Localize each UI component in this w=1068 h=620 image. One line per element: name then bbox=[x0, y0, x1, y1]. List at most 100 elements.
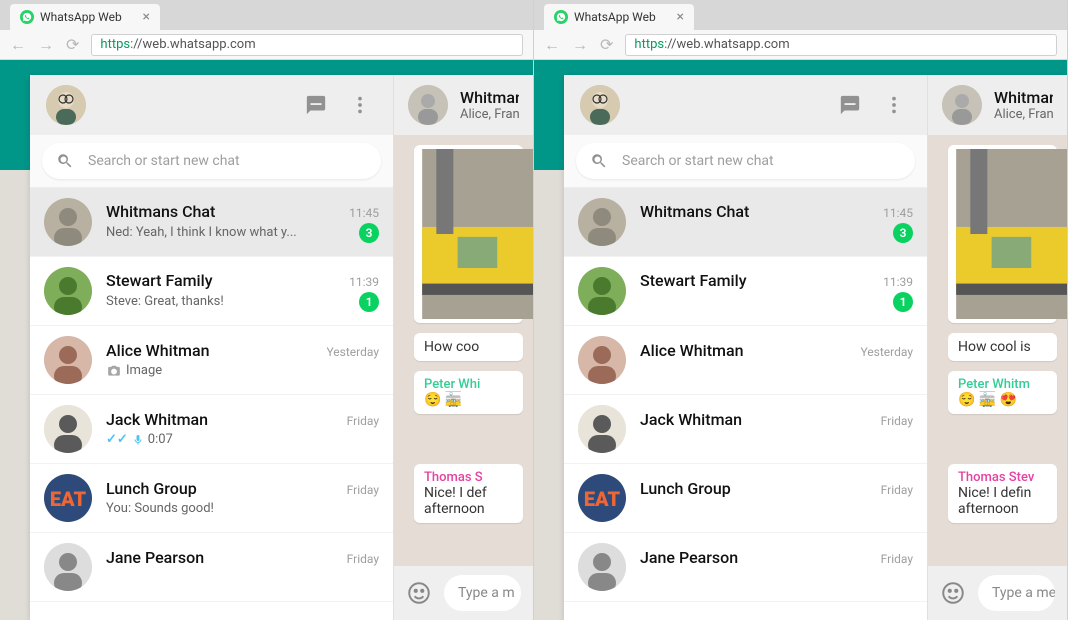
chat-name: Alice Whitman bbox=[640, 341, 744, 360]
back-icon[interactable]: ← bbox=[544, 35, 560, 55]
chat-avatar bbox=[578, 267, 626, 315]
reload-icon[interactable]: ⟳ bbox=[600, 35, 613, 54]
close-icon[interactable]: × bbox=[143, 9, 150, 25]
chat-item[interactable]: EAT Lunch Group Friday bbox=[564, 464, 927, 533]
chat-preview: Ned: Yeah, I think I know what y... bbox=[106, 225, 297, 240]
chat-item[interactable]: Jack WhitmanFriday bbox=[564, 395, 927, 464]
chat-time: 11:39 bbox=[349, 275, 379, 289]
message-bubble[interactable]: Thomas Stev Nice! I defin afternoon bbox=[948, 464, 1057, 523]
self-avatar[interactable] bbox=[46, 85, 86, 125]
url-field[interactable]: https://web.whatsapp.com bbox=[91, 34, 523, 56]
message-bubble[interactable]: How cool is bbox=[948, 333, 1057, 361]
whatsapp-app: Whitmans Chat11:45Ned: Yeah, I think I k… bbox=[30, 75, 533, 620]
browser-tab[interactable]: WhatsApp Web × bbox=[544, 4, 694, 30]
url-field[interactable]: https://web.whatsapp.com bbox=[625, 34, 1057, 56]
emoji-icon[interactable] bbox=[940, 580, 966, 606]
chat-name: Stewart Family bbox=[106, 271, 213, 290]
menu-icon[interactable] bbox=[343, 88, 377, 122]
chat-item[interactable]: Alice Whitman Yesterday bbox=[564, 326, 927, 395]
chat-name: Lunch Group bbox=[640, 479, 731, 498]
chat-avatar: EAT bbox=[44, 474, 92, 522]
chat-preview: You: Sounds good! bbox=[106, 501, 214, 516]
chat-avatar bbox=[578, 405, 626, 453]
chat-preview: Image bbox=[106, 363, 162, 378]
browser-tab[interactable]: WhatsApp Web × bbox=[10, 4, 160, 30]
emoji-icon[interactable] bbox=[406, 580, 432, 606]
message-text: 😌 🚋 bbox=[424, 392, 513, 408]
conversation-title: Whitmans bbox=[994, 88, 1053, 107]
message-bubble[interactable]: How coo bbox=[414, 333, 523, 361]
reload-icon[interactable]: ⟳ bbox=[66, 35, 79, 54]
message-input[interactable]: Type a mes bbox=[978, 575, 1055, 611]
forward-icon[interactable]: → bbox=[572, 35, 588, 55]
chat-item[interactable]: Jack WhitmanFriday✓✓0:07 bbox=[30, 395, 393, 464]
message-bubble[interactable]: Peter Whi 😌 🚋 bbox=[414, 371, 523, 414]
chat-item[interactable]: Jane PearsonFriday bbox=[564, 533, 927, 602]
sidebar: Whitmans Chat11:453Stewart Family11:391A… bbox=[564, 75, 928, 620]
chat-list[interactable]: Whitmans Chat11:453Stewart Family11:391A… bbox=[564, 188, 927, 620]
message-image[interactable] bbox=[948, 145, 1057, 323]
message-bubble[interactable]: Peter Whitm 😌 🚋 😍 bbox=[948, 371, 1057, 414]
unread-badge: 3 bbox=[893, 223, 913, 243]
search-input[interactable] bbox=[88, 153, 367, 169]
url-scheme: https: bbox=[634, 37, 667, 52]
new-chat-icon[interactable] bbox=[299, 88, 333, 122]
message-bubble[interactable]: Thomas S Nice! I def afternoon bbox=[414, 464, 523, 523]
chat-time: Yesterday bbox=[860, 345, 913, 359]
url-rest: //web.whatsapp.com bbox=[133, 37, 255, 52]
window-left: WhatsApp Web × ← → ⟳ https://web.whatsap… bbox=[0, 0, 534, 620]
conversation-header[interactable]: Whitman Alice, Franc bbox=[394, 75, 533, 135]
message-sender: Peter Whitm bbox=[958, 377, 1047, 392]
address-bar: ← → ⟳ https://web.whatsapp.com bbox=[0, 30, 533, 60]
chat-avatar bbox=[44, 336, 92, 384]
conversation-header[interactable]: Whitmans Alice, Francis, bbox=[928, 75, 1067, 135]
chat-avatar bbox=[578, 543, 626, 591]
chat-item[interactable]: EATLunch GroupFridayYou: Sounds good! bbox=[30, 464, 393, 533]
chat-item[interactable]: Whitmans Chat11:45Ned: Yeah, I think I k… bbox=[30, 188, 393, 257]
chat-item[interactable]: Stewart Family11:39Steve: Great, thanks!… bbox=[30, 257, 393, 326]
chat-time: 11:45 bbox=[883, 206, 913, 220]
chat-avatar bbox=[44, 198, 92, 246]
menu-icon[interactable] bbox=[877, 88, 911, 122]
message-text: afternoon bbox=[958, 501, 1047, 517]
chat-list[interactable]: Whitmans Chat11:45Ned: Yeah, I think I k… bbox=[30, 188, 393, 620]
conversation-avatar[interactable] bbox=[408, 85, 448, 125]
chat-time: Friday bbox=[881, 483, 913, 497]
close-icon[interactable]: × bbox=[677, 9, 684, 25]
conversation-pane: Whitman Alice, Franc How coo Peter Whi 😌… bbox=[394, 75, 533, 620]
svg-text:EAT: EAT bbox=[584, 487, 621, 511]
message-sender: Thomas S bbox=[424, 470, 513, 485]
chat-time: 11:39 bbox=[883, 275, 913, 289]
chat-avatar bbox=[578, 336, 626, 384]
unread-badge: 3 bbox=[359, 223, 379, 243]
message-input[interactable]: Type a m bbox=[444, 575, 521, 611]
sidebar: Whitmans Chat11:45Ned: Yeah, I think I k… bbox=[30, 75, 394, 620]
message-text: Nice! I defin bbox=[958, 485, 1047, 501]
message-image[interactable] bbox=[414, 145, 523, 323]
conversation-subtitle: Alice, Francis, bbox=[994, 107, 1053, 122]
forward-icon[interactable]: → bbox=[38, 35, 54, 55]
chat-name: Jane Pearson bbox=[640, 548, 738, 567]
new-chat-icon[interactable] bbox=[833, 88, 867, 122]
self-avatar[interactable] bbox=[580, 85, 620, 125]
chat-preview: ✓✓0:07 bbox=[106, 432, 173, 447]
conversation-avatar[interactable] bbox=[942, 85, 982, 125]
chat-item[interactable]: Alice WhitmanYesterdayImage bbox=[30, 326, 393, 395]
message-text: afternoon bbox=[424, 501, 513, 517]
search-box[interactable] bbox=[576, 143, 915, 179]
chat-name: Whitmans Chat bbox=[640, 202, 749, 221]
search-icon bbox=[590, 152, 608, 170]
whatsapp-icon bbox=[20, 10, 34, 24]
search-icon bbox=[56, 152, 74, 170]
search-input[interactable] bbox=[622, 153, 901, 169]
search-box[interactable] bbox=[42, 143, 381, 179]
chat-time: Friday bbox=[347, 414, 379, 428]
chat-item[interactable]: Whitmans Chat 11:45 3 bbox=[564, 188, 927, 257]
chat-name: Lunch Group bbox=[106, 479, 197, 498]
chat-item[interactable]: Stewart Family11:391 bbox=[564, 257, 927, 326]
url-scheme: https: bbox=[100, 37, 133, 52]
browser-tab-strip: WhatsApp Web × bbox=[534, 0, 1067, 30]
conversation-subtitle: Alice, Franc bbox=[460, 107, 519, 122]
chat-item[interactable]: Jane PearsonFriday bbox=[30, 533, 393, 602]
back-icon[interactable]: ← bbox=[10, 35, 26, 55]
